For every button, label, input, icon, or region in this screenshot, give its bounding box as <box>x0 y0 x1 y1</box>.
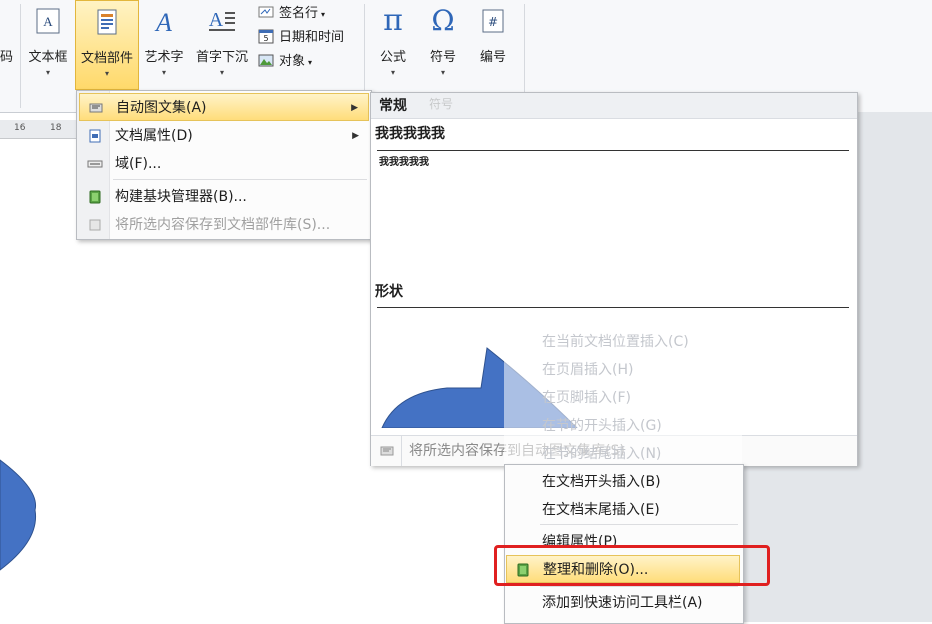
group-separator <box>20 4 21 108</box>
equation-button[interactable]: π 公式 ▾ <box>370 0 416 90</box>
autotext-icon <box>89 103 103 113</box>
insert-at-document-start-item[interactable]: 在文档开头插入(B) <box>506 468 740 496</box>
save-selection-icon <box>89 219 101 231</box>
svg-text:A: A <box>154 8 172 36</box>
insert-at-section-start-item[interactable]: 在节的开头插入(G) <box>506 412 740 440</box>
signature-icon <box>258 6 274 18</box>
symbol-button[interactable]: Ω 符号 ▾ <box>420 0 466 90</box>
wordart-button[interactable]: A 艺术字 ▾ <box>140 0 188 90</box>
ghost-symbol-group-label: 符号 <box>429 97 454 111</box>
wordart-icon: A <box>154 8 172 36</box>
submenu-arrow-icon: ▶ <box>351 103 358 113</box>
insert-at-current-position-item[interactable]: 在当前文档位置插入(C) <box>506 328 740 356</box>
insert-at-document-end-item[interactable]: 在文档末尾插入(E) <box>506 496 740 524</box>
building-blocks-organizer-menu-item[interactable]: 构建基块管理器(B)... <box>79 183 369 211</box>
document-property-icon <box>89 129 101 143</box>
autotext-entry-preview: 我我我我我 <box>377 150 849 271</box>
svg-text:5: 5 <box>263 34 268 43</box>
autotext-entry[interactable]: 我我我我我 我我我我我 <box>371 121 857 281</box>
object-button[interactable]: 对象 ▾ <box>258 50 362 74</box>
calendar-icon: 5 <box>258 29 274 44</box>
autotext-menu-item[interactable]: 自动图文集(A) ▶ <box>79 93 369 121</box>
document-property-menu-item[interactable]: 文档属性(D) ▶ <box>79 122 369 150</box>
quickparts-menu: 自动图文集(A) ▶ 文档属性(D) ▶ 域(F)... 构建基块管理器(B).… <box>76 90 372 240</box>
svg-text:#: # <box>488 15 498 29</box>
save-to-quickparts-gallery-menu-item[interactable]: 将所选内容保存到文档部件库(S)... <box>79 211 369 239</box>
svg-text:A: A <box>43 14 53 29</box>
save-selection-icon <box>380 446 394 456</box>
date-time-button[interactable]: 5 日期和时间 <box>258 26 362 50</box>
add-to-quick-access-toolbar-item[interactable]: 添加到快速访问工具栏(A) <box>506 589 740 617</box>
svg-text:A: A <box>209 9 224 31</box>
section-header-shapes: 形状 <box>375 284 403 300</box>
field-menu-item[interactable]: 域(F)... <box>79 150 369 178</box>
dropcap-icon: A <box>209 9 235 31</box>
insert-in-header-item[interactable]: 在页眉插入(H) <box>506 356 740 384</box>
autotext-entry-title: 我我我我我 <box>375 126 445 142</box>
textbox-icon: A <box>36 8 60 34</box>
callout-shape-on-page[interactable] <box>0 430 40 580</box>
number-button[interactable]: # 编号 <box>470 0 516 90</box>
dropcap-button[interactable]: A 首字下沉 ▾ <box>190 0 254 90</box>
field-icon <box>87 160 103 168</box>
number-icon: # <box>482 9 504 33</box>
red-highlight-annotation <box>494 545 770 586</box>
quickparts-button[interactable]: 文档部件 ▾ <box>75 0 139 90</box>
signature-line-button[interactable]: 签名行 ▾ <box>258 2 362 26</box>
omega-icon: Ω <box>431 4 455 37</box>
object-icon <box>258 54 274 67</box>
textbox-button[interactable]: A 文本框 ▾ <box>22 0 74 90</box>
pi-icon: π <box>383 3 403 38</box>
building-blocks-icon <box>89 190 101 204</box>
truncated-ribbon-label: 码 <box>0 50 14 65</box>
submenu-arrow-icon: ▶ <box>352 131 359 141</box>
insert-at-section-end-item[interactable]: 在节的结尾插入(N) <box>506 440 740 468</box>
quickparts-icon <box>97 9 117 35</box>
insert-in-footer-item[interactable]: 在页脚插入(F) <box>506 384 740 412</box>
